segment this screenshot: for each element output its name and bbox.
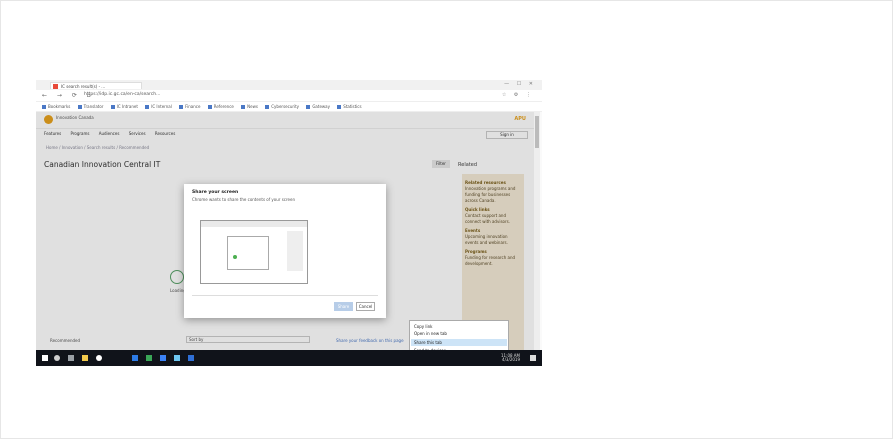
bookmark-item[interactable]: Cybersecurity — [265, 102, 299, 111]
app-icon[interactable] — [188, 355, 194, 361]
extension-icons[interactable]: ☆ ⚙ ⋮ — [502, 92, 534, 98]
preview-sidebar — [287, 231, 303, 271]
modal-overlay: Share your screen Chrome wants to share … — [36, 112, 534, 350]
taskbar-clock[interactable]: 11:08 AM 4/3/2019 — [501, 354, 520, 362]
bookmark-item[interactable]: Translator — [77, 102, 103, 111]
screen-preview-thumbnail[interactable] — [200, 220, 308, 284]
share-button[interactable]: Share — [334, 302, 353, 311]
edge-icon[interactable] — [132, 355, 138, 361]
context-menu-item[interactable]: Copy link — [414, 324, 433, 329]
page-scrollbar[interactable] — [534, 112, 540, 350]
bookmark-item[interactable]: Finance — [179, 102, 200, 111]
clock-date: 4/3/2019 — [502, 357, 520, 362]
preview-dot-icon — [233, 255, 237, 259]
bookmark-item[interactable]: Gateway — [306, 102, 330, 111]
window-controls[interactable]: — ☐ ✕ — [504, 81, 536, 87]
app-icon[interactable] — [160, 355, 166, 361]
context-menu-item[interactable]: Share this tab — [414, 340, 442, 345]
preview-toolbar — [201, 221, 307, 227]
bookmark-item[interactable]: News — [241, 102, 258, 111]
app-icon[interactable] — [174, 355, 180, 361]
notifications-icon[interactable] — [530, 355, 536, 361]
dialog-subtitle: Chrome wants to share the contents of yo… — [192, 197, 295, 202]
dialog-title: Share your screen — [192, 190, 239, 195]
desktop-screenshot: IC search result(s) - ... — ☐ ✕ ← → ⟳ ⌂ … — [36, 80, 542, 366]
bookmark-item[interactable]: IC Internal — [145, 102, 172, 111]
bookmarks-bar: Bookmarks Translator IC Intranet IC Inte… — [36, 102, 542, 112]
browser-tab-bar: IC search result(s) - ... — ☐ ✕ — [36, 80, 542, 90]
task-view-icon[interactable] — [68, 355, 74, 361]
dialog-divider — [192, 295, 378, 296]
chrome-icon[interactable] — [96, 355, 102, 361]
search-icon[interactable] — [54, 355, 60, 361]
browser-tab[interactable]: IC search result(s) - ... — [50, 82, 142, 89]
windows-taskbar: 11:08 AM 4/3/2019 — [36, 350, 542, 366]
context-menu-item[interactable]: Open in new tab — [414, 331, 447, 336]
scrollbar-thumb[interactable] — [535, 116, 539, 148]
app-icon[interactable] — [146, 355, 152, 361]
cancel-button[interactable]: Cancel — [356, 302, 375, 311]
bookmark-item[interactable]: Reference — [207, 102, 234, 111]
address-bar: ← → ⟳ ⌂ https://idp.ic.gc.ca/en-ca/searc… — [36, 90, 542, 102]
bookmark-item[interactable]: Statistics — [337, 102, 362, 111]
share-screen-dialog: Share your screen Chrome wants to share … — [184, 184, 386, 318]
url-field[interactable]: https://idp.ic.gc.ca/en-ca/search... — [84, 92, 160, 97]
favicon-icon — [53, 84, 58, 89]
preview-window — [227, 236, 269, 270]
file-explorer-icon[interactable] — [82, 355, 88, 361]
bookmark-item[interactable]: Bookmarks — [42, 102, 70, 111]
tab-title: IC search result(s) - ... — [61, 84, 106, 89]
start-icon[interactable] — [42, 355, 48, 361]
bookmark-item[interactable]: IC Intranet — [110, 102, 138, 111]
